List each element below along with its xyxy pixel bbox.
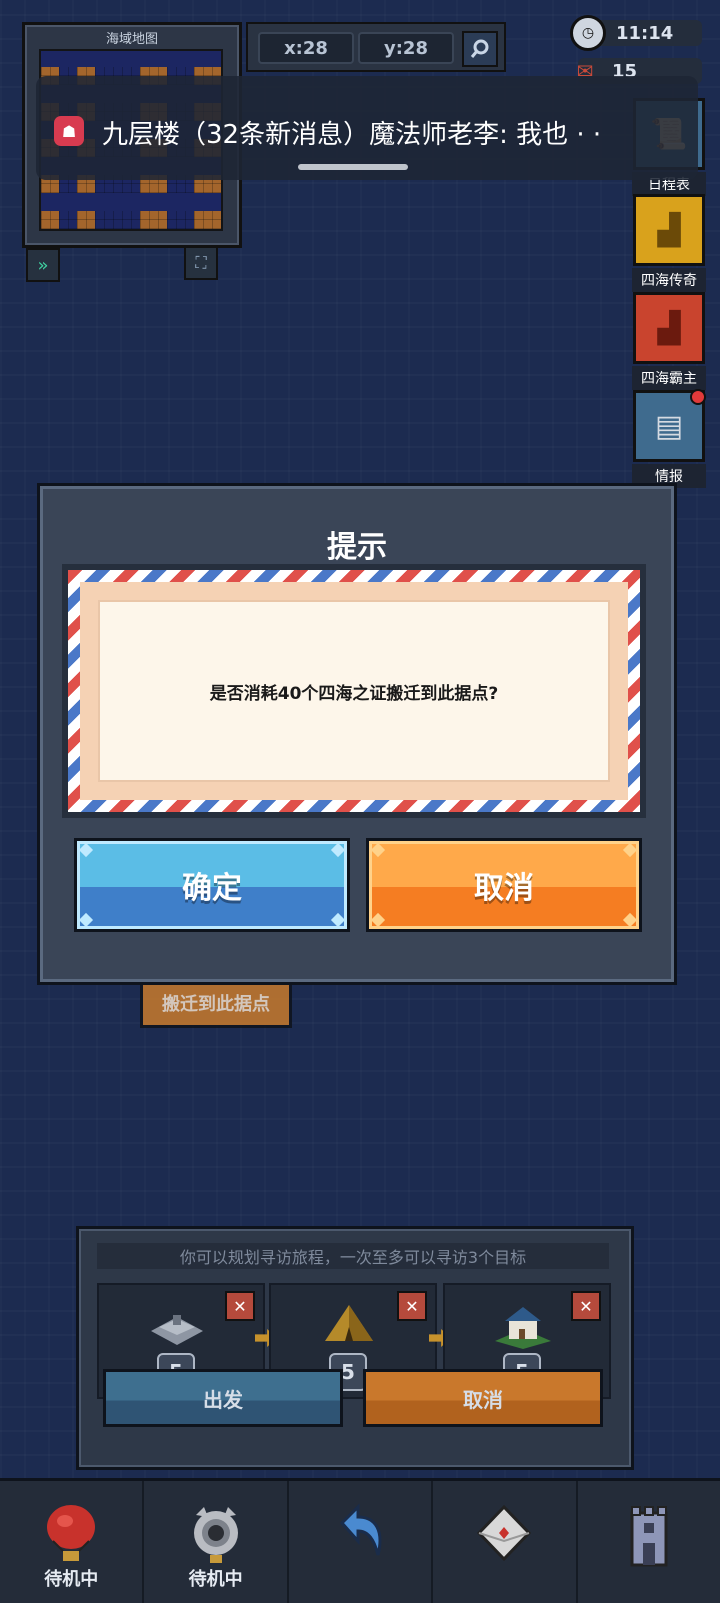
plan-hint: 你可以规划寻访旅程，一次至多可以寻访3个目标 [97,1243,609,1269]
plan-cancel-button[interactable]: 取消 [363,1369,603,1427]
notification-dot [690,389,706,405]
confirm-dialog: 提示 是否消耗40个四海之证搬迁到此据点? 确定 取消 [37,483,677,985]
x-coordinate[interactable]: x:28 [258,32,354,64]
clock-icon: ◷ [570,15,606,51]
overlord-icon: ▟ [633,292,705,364]
legend-icon: ▟ [633,194,705,266]
depart-button[interactable]: 出发 [103,1369,343,1427]
expand-arrow-icon[interactable]: » [26,248,60,282]
nav-label: 待机中 [188,1569,243,1590]
side-item-label: 四海霸主 [632,366,706,390]
coordinate-bar: x:28 y:28 [246,22,506,72]
letter-frame: 是否消耗40个四海之证搬迁到此据点? [62,564,646,818]
nav-label: 待机中 [44,1569,99,1590]
remove-icon[interactable]: ✕ [397,1291,427,1321]
tower-icon [630,1506,668,1567]
nav-item-return[interactable] [289,1481,434,1603]
side-item-legend[interactable]: ▟ 四海传奇 [632,194,706,292]
bottom-nav: 待机中 待机中 [0,1478,720,1603]
time-display: ◷ 11:14 [570,15,702,51]
cancel-button-label: 取消 [474,871,534,906]
side-item-label: 四海传奇 [632,268,706,292]
letter-paper: 是否消耗40个四海之证搬迁到此据点? [98,600,610,782]
time-text: 11:14 [616,22,674,44]
search-button[interactable] [462,31,498,67]
balloon-icon [47,1505,96,1561]
notification-handle[interactable] [298,164,408,170]
ruins-icon [145,1301,209,1351]
remove-icon[interactable]: ✕ [225,1291,255,1321]
house-icon [491,1301,555,1351]
intel-icon: ▤ [633,389,706,462]
confirm-button[interactable]: 确定 [74,838,350,932]
notification-text: 九层楼（32条新消息）魔法师老李: 我也 · · [102,120,602,150]
y-coordinate[interactable]: y:28 [358,32,454,64]
dialog-message: 是否消耗40个四海之证搬迁到此据点? [209,683,499,704]
mail-icon [477,1504,532,1562]
dialog-title: 提示 [327,530,387,565]
tent-icon [317,1301,381,1351]
side-item-overlord[interactable]: ▟ 四海霸主 [632,292,706,390]
minimap-title: 海域地图 [105,32,158,47]
confirm-button-label: 确定 [182,871,242,906]
nav-item-tower[interactable] [578,1481,720,1603]
chat-app-icon: ☗ [54,116,84,146]
visit-plan-panel: 你可以规划寻访旅程，一次至多可以寻访3个目标 ✕ 5 ✕ 5 ✕ 5 出发 取消 [76,1226,634,1470]
return-icon [339,1503,382,1556]
cancel-button[interactable]: 取消 [366,838,642,932]
search-icon [470,39,489,58]
nav-item-balloon[interactable]: 待机中 [0,1481,145,1603]
relocate-here-button[interactable]: 搬迁到此据点 [140,978,292,1028]
fullscreen-icon[interactable]: ⛶ [184,246,218,280]
cannon-icon [193,1507,238,1563]
notification-banner[interactable]: ☗ 九层楼（32条新消息）魔法师老李: 我也 · · [36,76,698,180]
nav-item-cannon[interactable]: 待机中 [144,1481,289,1603]
side-item-intel[interactable]: ▤ 情报 [632,389,706,488]
nav-item-mail[interactable] [433,1481,578,1603]
remove-icon[interactable]: ✕ [571,1291,601,1321]
airmail-border: 是否消耗40个四海之证搬迁到此据点? [68,570,640,812]
